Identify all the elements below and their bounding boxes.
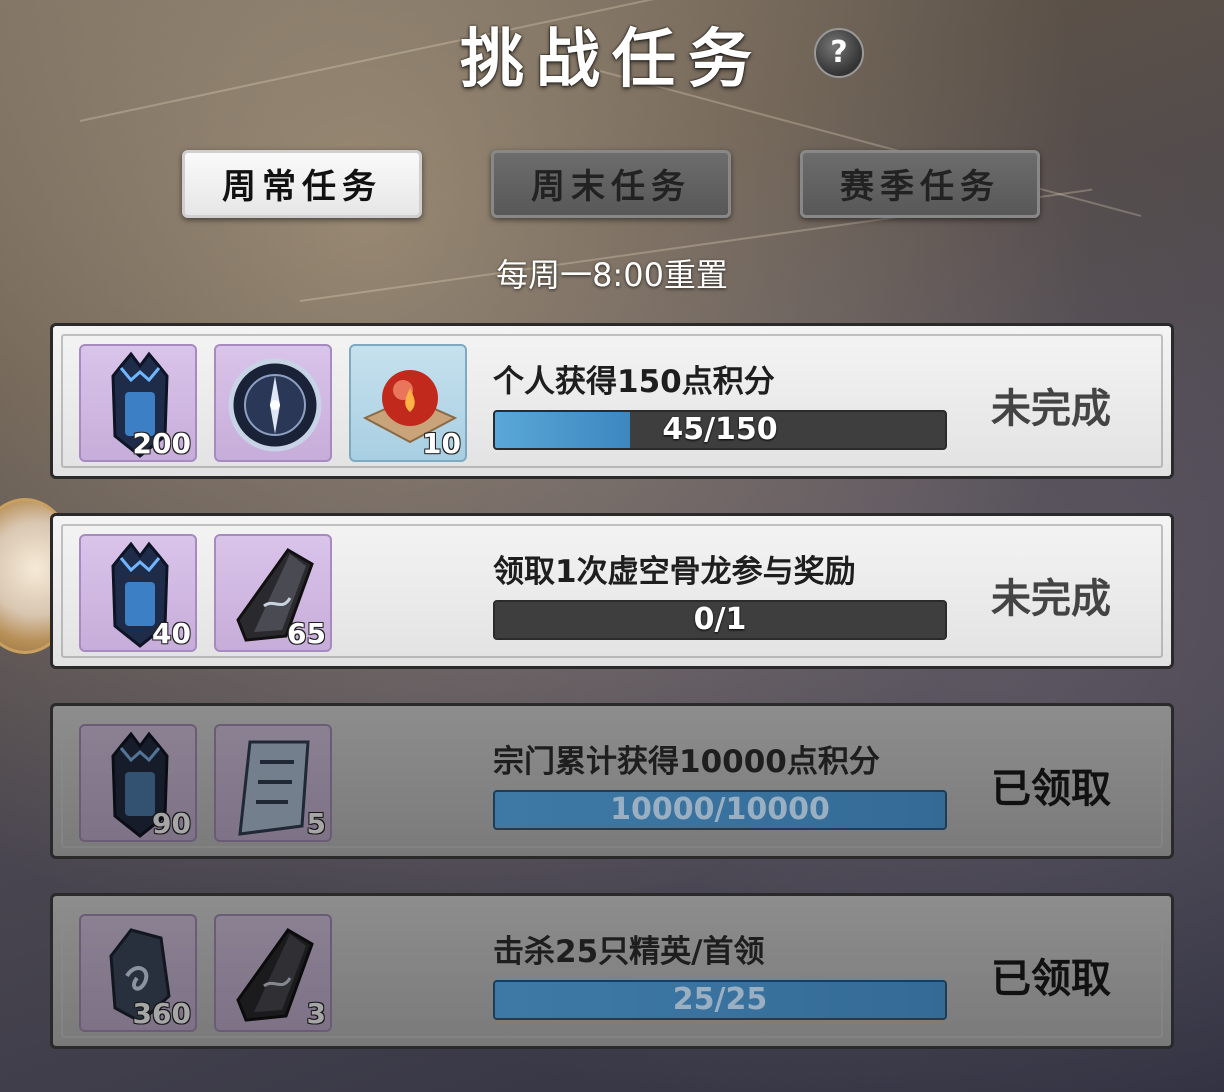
task-description: 击杀25只精英/首领 (493, 934, 765, 970)
progress-bar: 45/150 (493, 410, 947, 450)
task-card: 360 3 击杀25只精英/首领 25/25 已领取 (50, 893, 1174, 1049)
compass-disc-icon (228, 358, 322, 452)
task-description: 个人获得150点积分 (493, 364, 775, 400)
reward-count: 10 (422, 427, 461, 460)
reward-slot[interactable]: 65 (214, 534, 332, 652)
reward-slot[interactable]: 360 (79, 914, 197, 1032)
tab-season[interactable]: 赛季任务 (800, 150, 1040, 218)
reset-note: 每周一8:00重置 (496, 256, 728, 294)
task-status: 已领取 (991, 956, 1111, 1002)
task-status: 已领取 (991, 766, 1111, 812)
progress-bar: 10000/10000 (493, 790, 947, 830)
task-status[interactable]: 未完成 (991, 376, 1111, 434)
page-title: 挑战任务 (460, 22, 764, 97)
reward-count: 40 (152, 617, 191, 650)
reward-count: 90 (152, 807, 191, 840)
reward-count: 200 (132, 427, 191, 460)
task-card: 200 10 个人获得150点积分 45/150 未完成 (50, 323, 1174, 479)
reward-slot[interactable]: 90 (79, 724, 197, 842)
reward-slot[interactable]: 40 (79, 534, 197, 652)
reward-slot[interactable] (214, 344, 332, 462)
reward-count: 65 (287, 617, 326, 650)
progress-bar: 0/1 (493, 600, 947, 640)
progress-bar: 25/25 (493, 980, 947, 1020)
reward-count: 360 (132, 997, 191, 1030)
reward-slot[interactable]: 3 (214, 914, 332, 1032)
progress-text: 25/25 (672, 982, 768, 1017)
reward-slot[interactable]: 5 (214, 724, 332, 842)
reward-slot[interactable]: 200 (79, 344, 197, 462)
task-description: 领取1次虚空骨龙参与奖励 (493, 554, 856, 590)
tab-weekend[interactable]: 周末任务 (491, 150, 731, 218)
progress-text: 45/150 (662, 412, 778, 447)
reward-count: 5 (306, 807, 326, 840)
help-icon[interactable]: ? (814, 28, 864, 78)
title-area: 挑战任务 (0, 8, 1224, 100)
reward-slot[interactable]: 10 (349, 344, 467, 462)
task-status[interactable]: 未完成 (991, 566, 1111, 624)
task-card: 40 65 领取1次虚空骨龙参与奖励 0/1 未完成 (50, 513, 1174, 669)
task-card: 90 5 宗门累计获得10000点积分 10000/10000 已领取 (50, 703, 1174, 859)
progress-text: 0/1 (693, 602, 747, 637)
progress-text: 10000/10000 (610, 792, 830, 827)
task-description: 宗门累计获得10000点积分 (493, 744, 880, 780)
tab-weekly[interactable]: 周常任务 (182, 150, 422, 218)
reward-count: 3 (306, 997, 326, 1030)
